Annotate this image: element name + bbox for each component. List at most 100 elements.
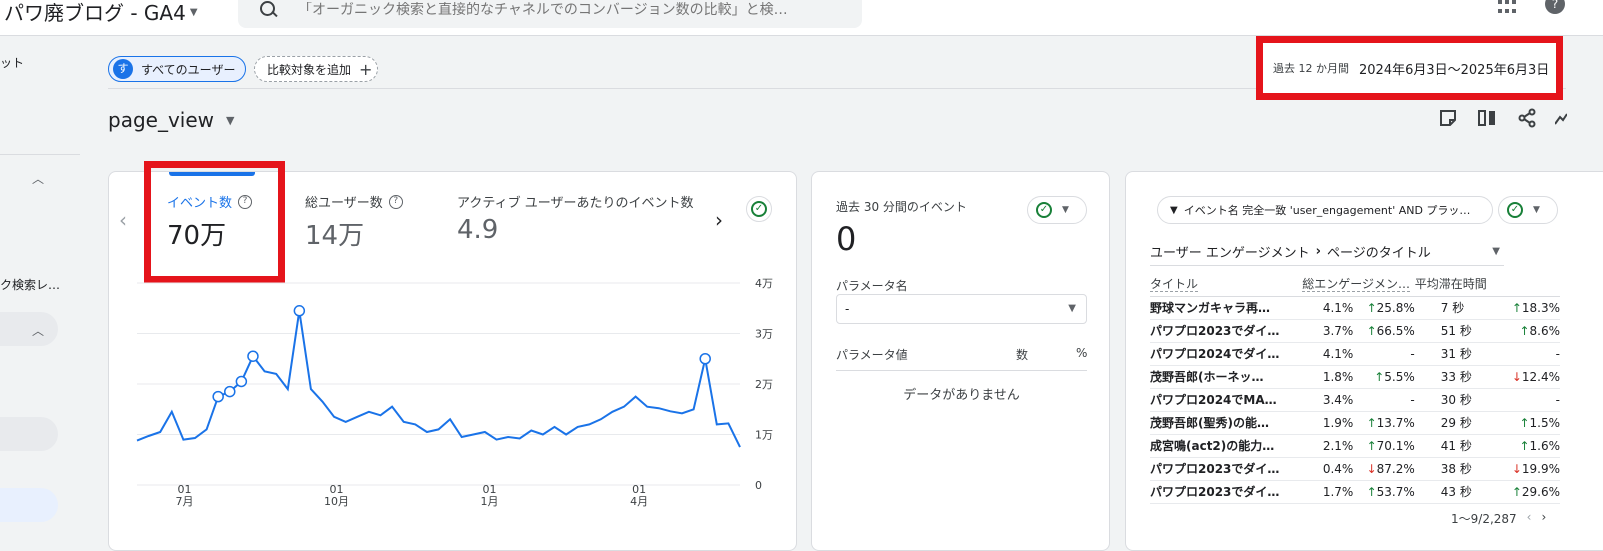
trend-arrow-icon: ↑ bbox=[1511, 484, 1522, 499]
sidebar-item-label[interactable]: ット bbox=[0, 54, 24, 71]
row-title: 野球マンガキャラ再… bbox=[1150, 296, 1299, 320]
help-circle-icon[interactable]: ? bbox=[238, 194, 253, 209]
table-row[interactable]: パワプロ2023でダイ… 1.7% ↑53.7% 43 秒 ↑29.6% bbox=[1150, 480, 1560, 504]
annotation-point[interactable] bbox=[235, 375, 248, 388]
segment-chip-all-users[interactable]: す すべてのユーザー bbox=[108, 56, 246, 82]
table-row[interactable]: パワプロ2024でMA… 3.4% -30 秒- bbox=[1150, 388, 1560, 412]
y-tick-label: 1万 bbox=[755, 429, 773, 442]
table-row[interactable]: 茂野吾郎(ホーネッ… 1.8% ↑5.5% 33 秒 ↓12.4% bbox=[1150, 365, 1560, 389]
sidebar-divider bbox=[0, 154, 80, 155]
chevron-left-icon[interactable]: ‹ bbox=[1527, 510, 1532, 527]
trend-arrow-icon: ↑ bbox=[1519, 323, 1530, 338]
y-tick-label: 0 bbox=[755, 479, 762, 492]
table-row[interactable]: パワプロ2023でダイ… 3.7% ↑66.5% 51 秒 ↑8.6% bbox=[1150, 319, 1560, 343]
row-share: 3.7% bbox=[1298, 319, 1354, 343]
share-icon[interactable] bbox=[1517, 108, 1537, 128]
column-header-title[interactable]: タイトル bbox=[1150, 272, 1299, 297]
column-header-avg-time[interactable]: 平均滞在時間 bbox=[1414, 272, 1560, 297]
percent-header: % bbox=[1076, 346, 1088, 360]
chevron-right-icon[interactable]: › bbox=[715, 208, 723, 232]
trend-arrow-icon: ↑ bbox=[1366, 323, 1377, 338]
property-selector[interactable]: パワ廃ブログ - GA4 ▼ bbox=[4, 0, 198, 26]
tab-event-count[interactable]: イベント数? 70万 bbox=[167, 192, 253, 252]
sidebar-item[interactable] bbox=[0, 417, 58, 451]
search-bar[interactable] bbox=[238, 0, 862, 28]
row-time-change: ↑8.6% bbox=[1475, 319, 1560, 343]
chevron-left-icon[interactable]: ‹ bbox=[119, 208, 127, 232]
engagement-card: ▼ イベント名 完全一致 'user_engagement' AND プラッ… … bbox=[1125, 171, 1603, 551]
row-title: パワプロ2023でダイ… bbox=[1150, 319, 1299, 343]
sidebar-item-selected[interactable] bbox=[0, 488, 58, 522]
filter-label: イベント名 完全一致 'user_engagement' AND プラッ… bbox=[1183, 204, 1471, 217]
x-tick-month: 1月 bbox=[481, 495, 499, 507]
table-row[interactable]: パワプロ2023でダイ… 0.4% ↓87.2% 38 秒 ↓19.9% bbox=[1150, 457, 1560, 481]
table-row[interactable]: 野球マンガキャラ再… 4.1% ↑25.8% 7 秒 ↑18.3% bbox=[1150, 296, 1560, 320]
compare-icon[interactable] bbox=[1477, 108, 1497, 128]
sidebar-item-label[interactable]: ク検索レ… bbox=[0, 276, 60, 293]
row-share: 1.8% bbox=[1298, 365, 1354, 389]
engagement-table: タイトル 総エンゲージメン… 平均滞在時間 野球マンガキャラ再… 4.1% ↑25.… bbox=[1150, 272, 1560, 504]
param-name-select[interactable]: - ▼ bbox=[836, 294, 1087, 324]
date-range-dates: 2024年6月3日～2025年6月3日 bbox=[1359, 62, 1550, 78]
metric-value: 70万 bbox=[167, 221, 227, 251]
y-tick-label: 3万 bbox=[755, 328, 773, 341]
row-time: 33 秒 bbox=[1414, 365, 1476, 389]
count-header: 数 bbox=[1016, 348, 1029, 362]
event-selector[interactable]: page_view ▼ bbox=[108, 108, 234, 132]
trend-arrow-icon: ↑ bbox=[1519, 438, 1530, 453]
help-circle-icon[interactable]: ? bbox=[388, 194, 403, 209]
data-quality-dropdown[interactable]: ✓ ▼ bbox=[1498, 196, 1558, 224]
row-time: 51 秒 bbox=[1414, 319, 1476, 343]
plus-icon: + bbox=[359, 59, 373, 79]
chevron-up-icon[interactable]: ︿ bbox=[32, 322, 44, 339]
tab-events-per-user[interactable]: アクティブ ユーザーあたりのイベント数 4.9 bbox=[457, 192, 693, 245]
row-change: - bbox=[1353, 342, 1415, 366]
row-title: パワプロ2023でダイ… bbox=[1150, 457, 1299, 481]
event-name: page_view bbox=[108, 108, 215, 132]
table-row[interactable]: パワプロ2024でダイ… 4.1% -31 秒- bbox=[1150, 342, 1560, 366]
apps-grid-icon[interactable] bbox=[1498, 0, 1516, 14]
x-tick-month: 7月 bbox=[176, 495, 194, 507]
series-line bbox=[136, 310, 741, 448]
tab-total-users[interactable]: 総ユーザー数? 14万 bbox=[305, 192, 403, 252]
table-row[interactable]: 茂野吾郎(聖秀)の能… 1.9% ↑13.7% 29 秒 ↑1.5% bbox=[1150, 411, 1560, 435]
sidebar-section[interactable] bbox=[0, 312, 58, 346]
filter-chip[interactable]: ▼ イベント名 完全一致 'user_engagement' AND プラッ… bbox=[1157, 196, 1493, 224]
date-range-picker[interactable]: 過去 12 か月間 2024年6月3日～2025年6月3日 bbox=[1256, 36, 1563, 100]
insights-icon[interactable] bbox=[1555, 108, 1567, 128]
pagination: 1～9/2,287 ‹ › bbox=[1451, 510, 1546, 527]
add-comparison-button[interactable]: 比較対象を追加 + bbox=[254, 56, 378, 82]
row-time: 38 秒 bbox=[1414, 457, 1476, 481]
annotation-point[interactable] bbox=[293, 305, 306, 317]
note-icon[interactable] bbox=[1438, 108, 1458, 128]
data-quality-button[interactable]: ✓ bbox=[746, 196, 772, 222]
column-header-engagement[interactable]: 総エンゲージメン… bbox=[1298, 272, 1415, 297]
search-input[interactable] bbox=[298, 2, 858, 18]
chevron-up-icon[interactable]: ︿ bbox=[32, 170, 44, 187]
row-share: 4.1% bbox=[1298, 296, 1354, 320]
row-title: パワプロ2024でダイ… bbox=[1150, 342, 1299, 366]
annotation-point[interactable] bbox=[699, 353, 711, 365]
top-bar: パワ廃ブログ - GA4 ▼ ? bbox=[0, 0, 1603, 36]
annotation-point[interactable] bbox=[212, 390, 224, 403]
annotation-point[interactable] bbox=[247, 350, 259, 362]
trend-arrow-icon: ↑ bbox=[1366, 484, 1377, 499]
row-time: 29 秒 bbox=[1414, 411, 1476, 435]
row-time: 30 秒 bbox=[1414, 388, 1476, 412]
help-icon[interactable]: ? bbox=[1545, 0, 1565, 14]
data-quality-dropdown[interactable]: ✓ ▼ bbox=[1027, 196, 1087, 224]
annotation-point[interactable] bbox=[224, 385, 236, 398]
realtime-label: 過去 30 分間のイベント bbox=[836, 200, 967, 214]
metric-label: イベント数 bbox=[167, 196, 233, 211]
trend-arrow-icon: ↓ bbox=[1366, 461, 1377, 476]
chevron-right-icon[interactable]: › bbox=[1541, 510, 1546, 527]
row-change: - bbox=[1353, 388, 1415, 412]
row-time: 31 秒 bbox=[1414, 342, 1476, 366]
check-circle-icon: ✓ bbox=[751, 201, 767, 217]
row-change: ↑53.7% bbox=[1353, 480, 1415, 504]
check-circle-icon: ✓ bbox=[1036, 202, 1052, 218]
dimension-breadcrumb[interactable]: ユーザー エンゲージメント › ページのタイトル ▼ bbox=[1150, 242, 1504, 266]
metric-value: 4.9 bbox=[457, 215, 499, 245]
filter-icon: ▼ bbox=[1170, 204, 1178, 216]
table-row[interactable]: 成宮鳴(act2)の能力… 2.1% ↑70.1% 41 秒 ↑1.6% bbox=[1150, 434, 1560, 458]
